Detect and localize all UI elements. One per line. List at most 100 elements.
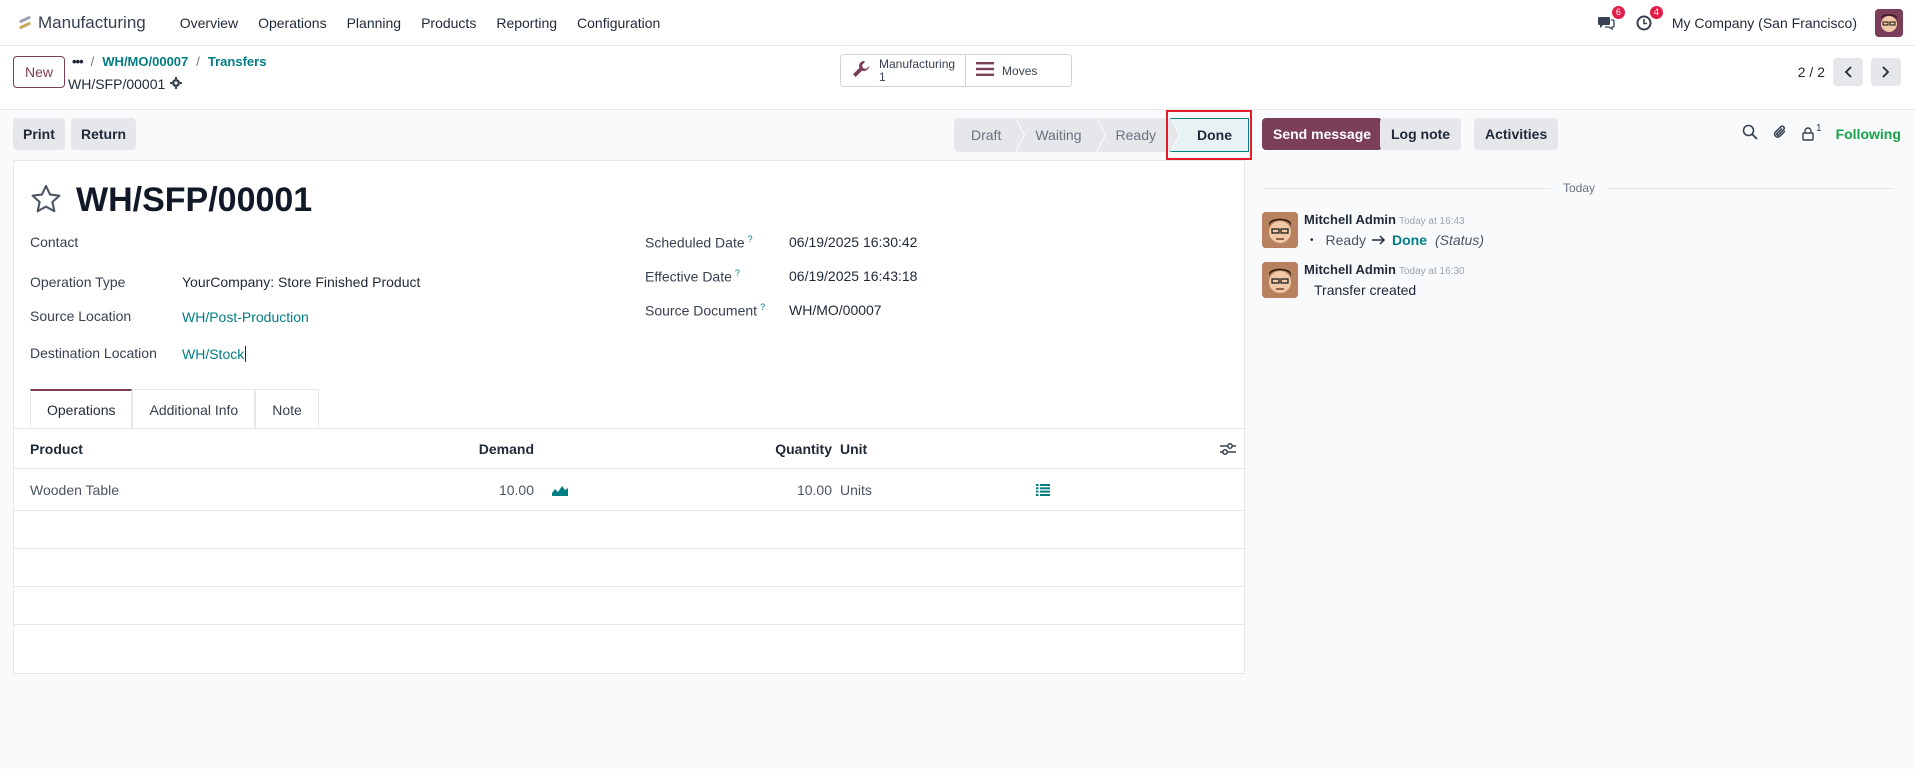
pager: 2 / 2 [1798,58,1901,86]
breadcrumb-transfers[interactable]: Transfers [208,54,267,69]
menu-item-operations[interactable]: Operations [248,15,336,31]
status-ready[interactable]: Ready [1095,118,1181,152]
print-button[interactable]: Print [13,118,65,150]
author-avatar[interactable] [1262,212,1298,248]
day-separator: Today [1264,180,1894,196]
help-icon[interactable]: ? [735,268,740,278]
source-location-value[interactable]: WH/Post-Production [182,309,309,325]
contact-label: Contact [30,234,79,250]
user-avatar[interactable] [1875,9,1903,37]
column-product[interactable]: Product [30,429,83,468]
row-demand: 10.00 [498,481,534,498]
menu-item-planning[interactable]: Planning [337,15,412,31]
smart-label-manufacturing: Manufacturing [879,56,956,71]
smart-label-moves: Moves [1002,63,1038,78]
return-button[interactable]: Return [71,118,137,150]
smart-buttons: Manufacturing 1 Moves [840,54,1073,87]
followers-count: 1 [1816,122,1822,134]
author-avatar[interactable] [1262,262,1298,298]
breadcrumb-mo[interactable]: WH/MO/00007 [102,54,188,69]
table-empty-row [14,625,1244,663]
pager-value[interactable]: 2 / 2 [1798,64,1825,80]
manufacturing-logo-icon [18,15,32,31]
activities-button[interactable]: Activities [1474,118,1559,150]
lock-icon [1802,126,1814,141]
paperclip-icon[interactable] [1772,124,1788,143]
new-value: Done [1391,232,1427,248]
old-value: Ready [1325,232,1366,248]
current-record-name: WH/SFP/00001 [68,76,183,92]
app-brand[interactable]: Manufacturing [18,13,146,33]
pager-previous-button[interactable] [1833,58,1863,86]
manufacturing-smart-button[interactable]: Manufacturing 1 [841,55,966,86]
menu-item-configuration[interactable]: Configuration [567,15,670,31]
scheduled-date-label: Scheduled Date? [645,234,753,251]
scheduled-date-value[interactable]: 06/19/2025 16:30:42 [789,234,917,250]
smart-count-manufacturing: 1 [879,69,886,84]
row-product: Wooden Table [30,481,119,498]
message-author[interactable]: Mitchell Admin [1304,212,1396,227]
source-document-value[interactable]: WH/MO/00007 [789,302,882,318]
table-row[interactable]: Wooden Table 10.00 10.00 Units [14,469,1244,511]
navbar-systray: 6 4 My Company (San Francisco) [1596,0,1903,46]
forecast-chart-icon[interactable] [552,469,568,510]
activities-clock-icon[interactable]: 4 [1634,6,1663,33]
form-sheet: WH/SFP/00001 Contact Operation Type Your… [13,160,1245,674]
help-icon[interactable]: ? [748,234,753,244]
tab-note[interactable]: Note [255,389,319,429]
arrow-right-icon [1371,232,1386,248]
status-waiting[interactable]: Waiting [1015,118,1106,152]
star-icon[interactable] [30,184,62,217]
chevron-left-icon [1844,66,1852,78]
message-text: Transfer created [1314,282,1417,298]
source-document-label: Source Document? [645,302,766,319]
notebook-tabs: Operations Additional Info Note [30,389,319,429]
row-unit: Units [840,481,872,498]
menu-item-reporting[interactable]: Reporting [486,15,567,31]
moves-smart-button[interactable]: Moves [965,55,1072,86]
menu-item-products[interactable]: Products [411,15,486,31]
table-empty-row [14,587,1244,625]
breadcrumb-more[interactable]: ••• [72,54,84,69]
record-name-text: WH/SFP/00001 [68,76,166,92]
column-quantity[interactable]: Quantity [674,429,832,468]
list-icon [976,62,995,79]
destination-location-value[interactable]: WH/Stock [182,346,247,362]
messages-badge: 6 [1611,6,1625,19]
activities-badge: 4 [1649,6,1663,19]
help-icon[interactable]: ? [760,302,765,312]
company-switcher[interactable]: My Company (San Francisco) [1672,15,1857,31]
messages-icon[interactable]: 6 [1596,6,1625,33]
log-note-button[interactable]: Log note [1380,118,1462,150]
gear-icon[interactable] [170,76,183,92]
app-name: Manufacturing [38,12,146,32]
new-button[interactable]: New [13,56,66,88]
tab-additional-info[interactable]: Additional Info [132,389,256,429]
title-row: WH/SFP/00001 [30,181,312,220]
pager-next-button[interactable] [1871,58,1901,86]
source-location-label: Source Location [30,308,132,324]
search-icon[interactable] [1742,124,1758,143]
column-unit[interactable]: Unit [840,429,867,468]
top-navbar: Manufacturing Overview Operations Planni… [0,0,1915,46]
breadcrumb: ••• / WH/MO/00007 / Transfers [72,54,267,69]
control-panel: New ••• / WH/MO/00007 / Transfers WH/SFP… [0,46,1915,110]
message-author[interactable]: Mitchell Admin [1304,262,1396,277]
send-message-button[interactable]: Send message [1262,118,1383,150]
menu-item-overview[interactable]: Overview [170,15,248,31]
operation-type-value[interactable]: YourCompany: Store Finished Product [182,274,420,290]
tracking-change: • Ready Done (Status) [1310,232,1484,248]
column-settings-icon[interactable] [1220,429,1236,468]
destination-location-label: Destination Location [30,345,157,361]
message-time: Today at 16:43 [1398,216,1465,227]
table-empty-row [14,511,1244,549]
status-draft[interactable]: Draft [954,118,1026,152]
column-demand[interactable]: Demand [414,429,534,468]
followers-button[interactable]: 1 [1802,123,1822,141]
record-title: WH/SFP/00001 [76,181,313,219]
tab-operations[interactable]: Operations [30,389,133,429]
chatter-topbar-icons: 1 Following [1742,123,1901,143]
row-quantity: 10.00 [796,481,832,498]
detailed-operations-list-icon[interactable] [1036,469,1050,510]
following-button[interactable]: Following [1836,126,1901,142]
